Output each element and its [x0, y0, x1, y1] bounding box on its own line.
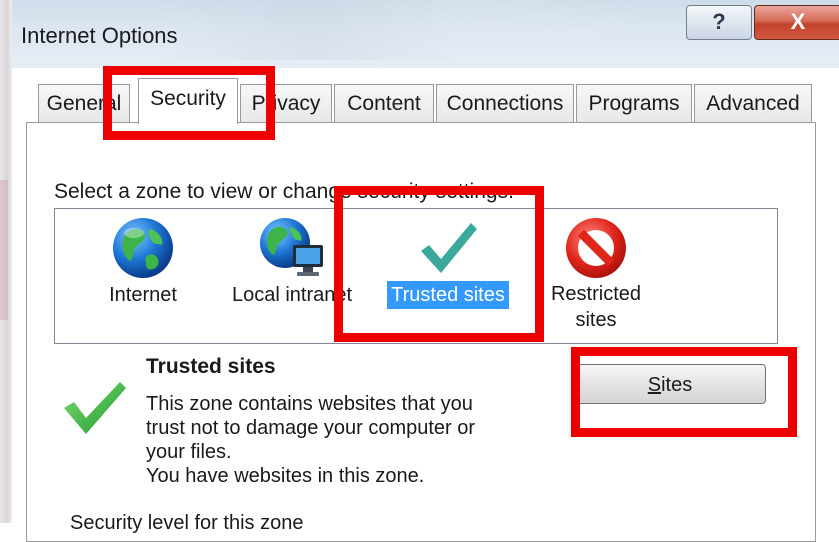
zone-internet-label: Internet: [109, 284, 177, 306]
tab-programs[interactable]: Programs: [576, 84, 692, 122]
highlight-trusted-sites: [334, 186, 544, 342]
highlight-sites-button: [571, 347, 797, 437]
help-button[interactable]: ?: [686, 5, 752, 40]
tab-advanced[interactable]: Advanced: [694, 84, 812, 122]
help-icon: ?: [712, 9, 726, 34]
security-level-label: Security level for this zone: [70, 512, 304, 534]
zone-internet[interactable]: Internet: [83, 215, 203, 309]
title-bar: Internet Options ? X: [12, 0, 839, 68]
no-entry-icon: [566, 218, 626, 278]
zone-info-title: Trusted sites: [146, 355, 276, 378]
close-icon: X: [790, 9, 806, 34]
window-title: Internet Options: [21, 23, 178, 48]
zone-restricted-sites[interactable]: Restricted sites: [531, 215, 661, 333]
globe-icon: [113, 218, 173, 278]
tab-connections[interactable]: Connections: [436, 84, 574, 122]
intranet-globe-icon: [260, 218, 323, 276]
background-sliver: [0, 0, 12, 523]
close-button[interactable]: X: [754, 5, 839, 40]
trusted-checkmark-icon: [64, 382, 126, 434]
tab-content[interactable]: Content: [334, 84, 434, 122]
zone-description: This zone contains websites that you tru…: [146, 393, 476, 487]
highlight-security-tab: [103, 66, 275, 140]
zone-restricted-sites-label: Restricted sites: [550, 283, 642, 331]
